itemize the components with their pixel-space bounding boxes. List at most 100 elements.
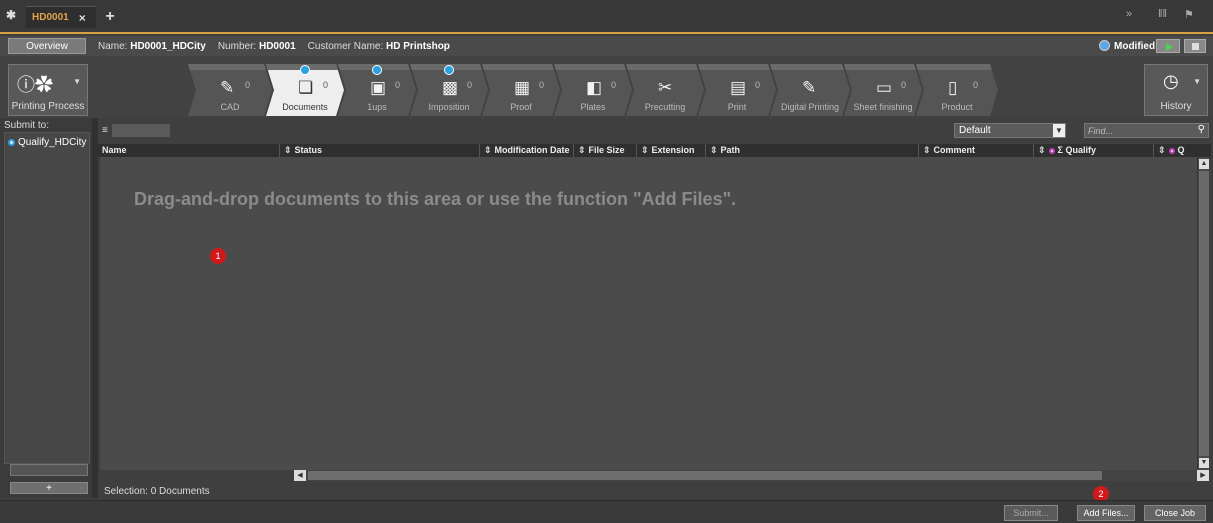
step-imposition[interactable]: ▩ 0 Imposition — [410, 64, 488, 116]
selection-status: Selection: 0 Documents — [104, 486, 210, 497]
column-label: Name — [102, 145, 127, 155]
step-precutting[interactable]: ✂ Precutting — [626, 64, 704, 116]
plates-icon: ◧ — [586, 78, 603, 97]
column-label: File Size — [588, 145, 625, 155]
step-1ups[interactable]: ▣ 0 1ups — [338, 64, 416, 116]
scroll-left-icon[interactable]: ◀ — [294, 470, 306, 481]
step-count: 0 — [611, 80, 617, 90]
printing-process-button[interactable]: ⓘ✿ ▼ Printing Process — [8, 64, 88, 116]
column-header-extension[interactable]: ⇕ Extension — [637, 144, 706, 157]
step-flag-icon — [372, 65, 382, 75]
add-target-button[interactable]: + — [10, 482, 88, 494]
scroll-down-icon[interactable]: ▼ — [1199, 458, 1209, 468]
column-label: Modification Date — [494, 145, 570, 155]
customer-name-label: Customer Name: — [307, 40, 384, 52]
history-label: History — [1160, 101, 1192, 112]
column-header-status[interactable]: ⇕ Status — [280, 144, 480, 157]
scroll-thumb[interactable] — [308, 471, 1102, 480]
filter-icon[interactable]: ≡ — [102, 125, 108, 136]
app-logo-icon[interactable]: ✱ — [6, 8, 20, 22]
imposition-icon: ▩ — [442, 78, 459, 97]
scroll-thumb[interactable] — [1199, 171, 1209, 456]
printing-process-label: Printing Process — [11, 101, 85, 112]
step-label: Precutting — [644, 102, 686, 112]
pdf-icon: ▣ — [370, 78, 387, 97]
documents-icon: ❏ — [298, 78, 314, 97]
column-header-path[interactable]: ⇕ Path — [706, 144, 919, 157]
add-tab-button[interactable]: + — [100, 6, 120, 28]
step-proof[interactable]: ▦ 0 Proof — [482, 64, 560, 116]
step-count: 0 — [901, 80, 907, 90]
step-print[interactable]: ▤ 0 Print — [698, 64, 776, 116]
step-label: Print — [727, 102, 747, 112]
view-select-value: Default — [959, 125, 991, 136]
step-digital-printing[interactable]: ✎ Digital Printing — [770, 64, 850, 116]
proof-icon: ▦ — [514, 78, 531, 97]
history-button[interactable]: ◷ ▼ History — [1144, 64, 1208, 116]
drop-zone[interactable]: Drag-and-drop documents to this area or … — [100, 157, 1197, 470]
search-icon[interactable]: ⚲ — [1198, 124, 1205, 135]
step-count: 0 — [467, 80, 473, 90]
columns-icon[interactable]: ‖‖ — [1158, 8, 1167, 20]
step-product[interactable]: ▯ 0 Product — [916, 64, 998, 116]
history-icon: ◷ — [1163, 71, 1179, 91]
submit-button[interactable]: Submit... — [1004, 505, 1058, 521]
sort-icon: ⇕ — [710, 145, 718, 155]
panel-horizontal-scrollbar[interactable] — [10, 464, 88, 476]
step-count: 0 — [245, 80, 251, 90]
drop-hint: Drag-and-drop documents to this area or … — [134, 189, 737, 209]
qualify-icon — [1168, 148, 1175, 154]
close-tab-icon[interactable]: × — [79, 11, 86, 25]
column-header-qualify[interactable]: ⇕ Σ Qualify — [1034, 144, 1154, 157]
add-files-button[interactable]: Add Files... — [1077, 505, 1135, 521]
column-header-modification-date[interactable]: ⇕ Modification Date — [480, 144, 574, 157]
step-documents[interactable]: ❏ 0 Documents — [266, 64, 344, 116]
close-job-button[interactable]: Close Job — [1144, 505, 1206, 521]
chevron-double-down-icon[interactable]: » — [1126, 8, 1132, 20]
sort-icon: ⇕ — [484, 145, 492, 155]
flag-icon[interactable]: ⚑ — [1184, 8, 1194, 21]
qualify-icon — [8, 139, 15, 146]
column-header-name[interactable]: Name — [98, 144, 280, 157]
target-list: Qualify_HDCity — [4, 132, 90, 464]
step-sheet-finishing[interactable]: ▭ 0 Sheet finishing — [844, 64, 922, 116]
customer-name-value: HD Printshop — [386, 40, 450, 52]
play-button[interactable] — [1156, 39, 1180, 53]
step-label: CAD — [220, 102, 240, 112]
job-tab[interactable]: HD0001 × — [26, 6, 96, 28]
modified-status-icon — [1099, 40, 1110, 51]
horizontal-scrollbar[interactable]: ◀ ▶ — [294, 470, 1209, 481]
filter-field[interactable] — [112, 124, 170, 137]
sheet-finishing-icon: ▭ — [876, 78, 893, 97]
column-header-file-size[interactable]: ⇕ File Size — [574, 144, 637, 157]
step-flag-icon — [444, 65, 454, 75]
document-area: ≡ Default ▼ ⚲ Name ⇕Status ⇕Modification… — [98, 118, 1211, 498]
vertical-scrollbar[interactable]: ▲ ▼ — [1197, 157, 1209, 470]
overview-button[interactable]: Overview — [8, 38, 86, 54]
column-header-q[interactable]: ⇕ Q — [1154, 144, 1211, 157]
stop-button[interactable] — [1184, 39, 1206, 53]
target-item[interactable]: Qualify_HDCity — [8, 137, 86, 148]
process-steps: ✎ 0 CAD ❏ 0 Documents ▣ 0 1ups ▩ 0 Impos… — [188, 64, 992, 116]
scroll-up-icon[interactable]: ▲ — [1199, 159, 1209, 169]
submit-panel: Submit to: Qualify_HDCity + — [0, 118, 92, 498]
job-tab-label: HD0001 — [32, 12, 69, 23]
view-select[interactable]: Default ▼ — [954, 123, 1066, 138]
caret-down-icon: ▼ — [73, 77, 81, 86]
column-label: Comment — [933, 145, 976, 155]
printing-process-icon: ⓘ✿ — [17, 75, 53, 95]
job-info-bar: Overview Name: HD0001_HDCity Number: HD0… — [0, 36, 1213, 56]
step-label: 1ups — [367, 102, 387, 112]
sort-icon: ⇕ — [284, 145, 292, 155]
step-plates[interactable]: ◧ 0 Plates — [554, 64, 632, 116]
find-input[interactable] — [1085, 124, 1195, 137]
caret-down-icon: ▼ — [1193, 77, 1201, 86]
scroll-right-icon[interactable]: ▶ — [1197, 470, 1209, 481]
step-cad[interactable]: ✎ 0 CAD — [188, 64, 272, 116]
table-header: Name ⇕ Status ⇕ Modification Date ⇕ File Si… — [98, 144, 1211, 157]
find-box: ⚲ — [1084, 123, 1209, 138]
column-header-comment[interactable]: ⇕ Comment — [919, 144, 1034, 157]
sort-icon: ⇕ — [578, 145, 586, 155]
column-label: Σ Qualify — [1057, 145, 1096, 155]
cad-icon: ✎ — [220, 78, 235, 97]
